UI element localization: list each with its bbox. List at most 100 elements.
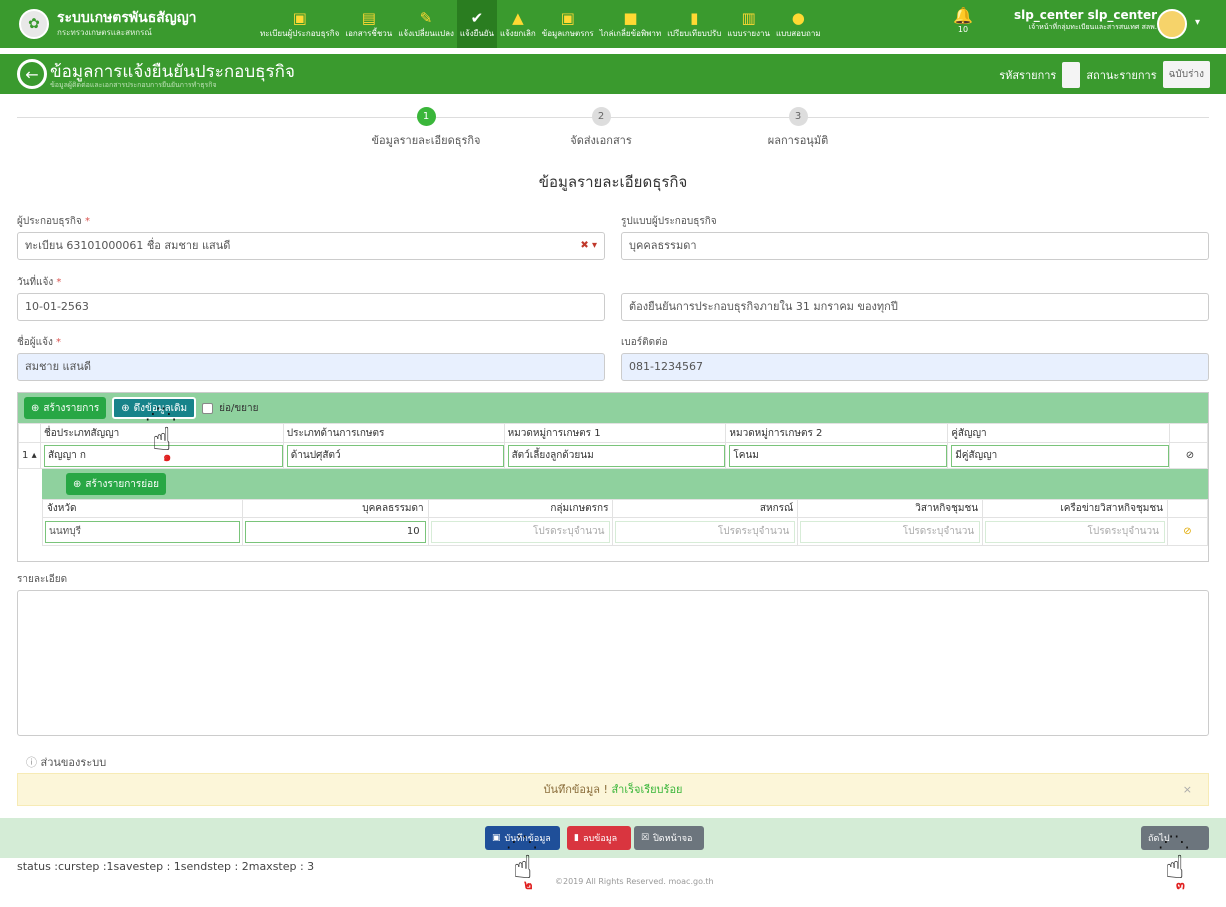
col-header: บุคคลธรรมดา [241, 499, 429, 518]
menu-item-fine[interactable]: ▮ เปรียบเทียบปรับ [664, 0, 724, 48]
community-enterprise-cell[interactable]: โปรดระบุจำนวน [797, 517, 984, 546]
collapse-toggle-icon: ▴ [31, 450, 37, 461]
menu-item-mediation[interactable]: ■ ไกล่เกลี่ยข้อพิพาท [597, 0, 665, 48]
trash-icon: ▮ [574, 833, 579, 843]
notify-date-field[interactable]: 10-01-2563 [17, 293, 605, 321]
create-item-button[interactable]: ⊕ สร้างรายการ [24, 397, 107, 419]
contract-grid: ⊕ สร้างรายการ ⊕ ดึงข้อมูลเดิม ย่อ/ขยาย ชื่… [17, 392, 1209, 562]
phone-label: เบอร์ติดต่อ [621, 337, 668, 348]
plus-circle-icon: ⊕ [121, 402, 130, 414]
col-action [1166, 499, 1209, 518]
detail-textarea[interactable] [17, 590, 1209, 736]
agri-type-cell[interactable]: ด้านปศุสัตว์ [282, 442, 505, 469]
user-info[interactable]: slp_center slp_center เจ้าหน้าที่กลุ่มทะ… [985, 8, 1157, 33]
create-sub-item-button[interactable]: ⊕ สร้างรายการย่อย [66, 473, 166, 495]
category2-input[interactable]: โคนม [729, 444, 948, 467]
notice-field: ต้องยืนยันการประกอบธุรกิจภายใน 31 มกราคม… [621, 293, 1209, 321]
person-count-cell[interactable]: 10 [241, 517, 429, 546]
cooperative-input[interactable]: โปรดระบุจำนวน [615, 520, 796, 543]
close-button[interactable]: ☒ ปิดหน้าจอ [634, 826, 704, 850]
cooperative-cell[interactable]: โปรดระบุจำนวน [612, 517, 799, 546]
notifier-label: ชื่อผู้แจ้ง * [17, 337, 62, 348]
col-header: คู่สัญญา [947, 423, 1170, 443]
menu-item-confirm[interactable]: ✔ แจ้งยืนยัน [456, 0, 497, 48]
col-header: จังหวัด [42, 499, 243, 518]
operator-type-label: รูปแบบผู้ประกอบธุรกิจ [621, 216, 717, 227]
province-input[interactable]: นนทบุรี [45, 520, 240, 543]
user-role: เจ้าหน้าที่กลุ่มทะเบียนและสารสนเทศ สลพ. [1028, 23, 1157, 31]
agri-type-input[interactable]: ด้านปศุสัตว์ [286, 444, 504, 467]
step-3-number: 3 [788, 107, 808, 126]
col-header: หมวดหมู่การเกษตร 2 [725, 423, 949, 443]
party-input[interactable]: มีคู่สัญญา [951, 444, 1169, 467]
row-index[interactable]: 1 ▴ [18, 442, 41, 469]
notifier-field[interactable]: สมชาย แสนดี [17, 353, 605, 381]
step-3[interactable]: 3 ผลการอนุมัติ [728, 107, 868, 149]
step-2-number: 2 [591, 107, 611, 126]
info-icon: ⓘ [26, 756, 37, 769]
system-label: ส่วนของระบบ [40, 756, 107, 769]
page-header: ← ข้อมูลการแจ้งยืนยันประกอบธุรกิจ ข้อมูล… [0, 54, 1226, 94]
col-header: กลุ่มเกษตรกร [427, 499, 614, 518]
menu-item-change[interactable]: ✎ แจ้งเปลี่ยนแปลง [395, 0, 457, 48]
click-marker-2: ⋰⋱ ☝ ๒ [506, 832, 538, 893]
close-icon: ☒ [641, 833, 650, 843]
delete-row-icon[interactable]: ⊘ [1169, 442, 1208, 469]
system-section: ⓘ ส่วนของระบบ [26, 753, 106, 771]
cancel-row-icon[interactable]: ⊘ [1166, 517, 1209, 546]
menu-item-cancel[interactable]: ▲ แจ้งยกเลิก [497, 0, 539, 48]
step-3-label: ผลการอนุมัติ [767, 134, 829, 147]
enterprise-network-input[interactable]: โปรดระบุจำนวน [985, 520, 1165, 543]
operator-select[interactable]: ทะเบียน 63101000061 ชื่อ สมชาย แสนดี ✖ ▾ [17, 232, 605, 260]
edit-icon: ✎ [419, 8, 433, 27]
person-count-input[interactable]: 10 [244, 520, 426, 543]
col-action [1169, 423, 1208, 443]
sub-table: จังหวัด บุคคลธรรมดา กลุ่มเกษตรกร สหกรณ์ … [42, 499, 1209, 546]
copyright: ©2019 All Rights Reserved. moac.go.th [555, 877, 714, 886]
col-index [18, 423, 41, 443]
step-1[interactable]: 1 ข้อมูลรายละเอียดธุรกิจ [356, 107, 496, 149]
menu-item-survey[interactable]: ● แบบสอบถาม [773, 0, 824, 48]
menu-item-report[interactable]: ▥ แบบรายงาน [724, 0, 773, 48]
party-cell[interactable]: มีคู่สัญญา [947, 442, 1170, 469]
category1-cell[interactable]: สัตว์เลี้ยงลูกด้วยนม [503, 442, 727, 469]
collapse-label: ย่อ/ขยาย [219, 402, 259, 414]
community-enterprise-input[interactable]: โปรดระบุจำนวน [800, 520, 981, 543]
collapse-checkbox[interactable] [202, 402, 214, 414]
enterprise-network-cell[interactable]: โปรดระบุจำนวน [982, 517, 1168, 546]
main-menu: ▣ ทะเบียนผู้ประกอบธุรกิจ ▤ เอกสารชี้ชวน ✎ แ… [257, 0, 824, 48]
operator-value: ทะเบียน 63101000061 ชื่อ สมชาย แสนดี [25, 239, 231, 252]
alert-prefix: บันทึกข้อมูล ! [543, 783, 608, 796]
farmer-group-input[interactable]: โปรดระบุจำนวน [430, 520, 611, 543]
chevron-down-icon[interactable]: ▾ [1195, 17, 1200, 28]
alert-close-icon[interactable]: × [1183, 774, 1192, 805]
menu-item-registration[interactable]: ▣ ทะเบียนผู้ประกอบธุรกิจ [257, 0, 342, 48]
check-circle-icon: ✔ [470, 8, 484, 27]
category1-input[interactable]: สัตว์เลี้ยงลูกด้วยนม [507, 444, 726, 467]
menu-item-farmer-info[interactable]: ▣ ข้อมูลเกษตรกร [539, 0, 597, 48]
menu-item-prospectus[interactable]: ▤ เอกสารชี้ชวน [342, 0, 395, 48]
avatar[interactable] [1157, 9, 1187, 39]
plus-circle-icon: ⊕ [31, 402, 40, 414]
chat-icon: ● [791, 8, 805, 27]
detail-label: รายละเอียด [17, 574, 68, 585]
farmer-group-cell[interactable]: โปรดระบุจำนวน [427, 517, 614, 546]
back-arrow-icon[interactable]: ← [17, 59, 47, 89]
id-card-icon: ▣ [292, 8, 307, 27]
status-badge: ฉบับร่าง [1162, 61, 1210, 88]
warning-icon: ▲ [512, 8, 524, 27]
table-row: นนทบุรี 10 โปรดระบุจำนวน โปรดระบุจำนวน โ… [42, 517, 1209, 546]
record-status-label: สถานะรายการ [1086, 68, 1157, 82]
record-code-label: รหัสรายการ [999, 68, 1057, 82]
comment-icon: ■ [623, 8, 638, 27]
province-cell[interactable]: นนทบุรี [42, 517, 243, 546]
sub-grid-toolbar: ⊕ สร้างรายการย่อย [42, 469, 1208, 499]
phone-field[interactable]: 081-1234567 [621, 353, 1209, 381]
delete-button[interactable]: ▮ ลบข้อมูล [567, 826, 631, 850]
notify-date-label: วันที่แจ้ง * [17, 277, 62, 288]
step-2[interactable]: 2 จัดส่งเอกสาร [531, 107, 671, 149]
category2-cell[interactable]: โคนม [725, 442, 949, 469]
notification-count: 10 [957, 25, 969, 34]
notification-bell-icon[interactable]: 🔔 10 [953, 6, 973, 34]
clear-select-icon[interactable]: ✖ ▾ [580, 233, 597, 259]
